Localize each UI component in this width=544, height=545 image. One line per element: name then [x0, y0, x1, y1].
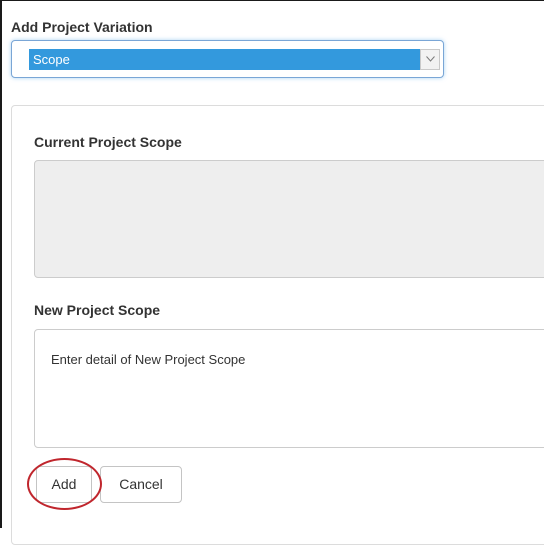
current-scope-field	[34, 160, 544, 278]
new-scope-label: New Project Scope	[34, 302, 161, 318]
current-scope-label: Current Project Scope	[34, 134, 182, 150]
variation-type-select[interactable]: Scope	[11, 40, 444, 78]
add-button[interactable]: Add	[36, 466, 92, 503]
form-title: Add Project Variation	[11, 19, 153, 35]
new-scope-textarea[interactable]: Enter detail of New Project Scope	[34, 329, 544, 448]
variation-type-selected-value: Scope	[29, 49, 420, 70]
cancel-button[interactable]: Cancel	[100, 466, 182, 503]
chevron-down-icon[interactable]	[420, 49, 440, 70]
